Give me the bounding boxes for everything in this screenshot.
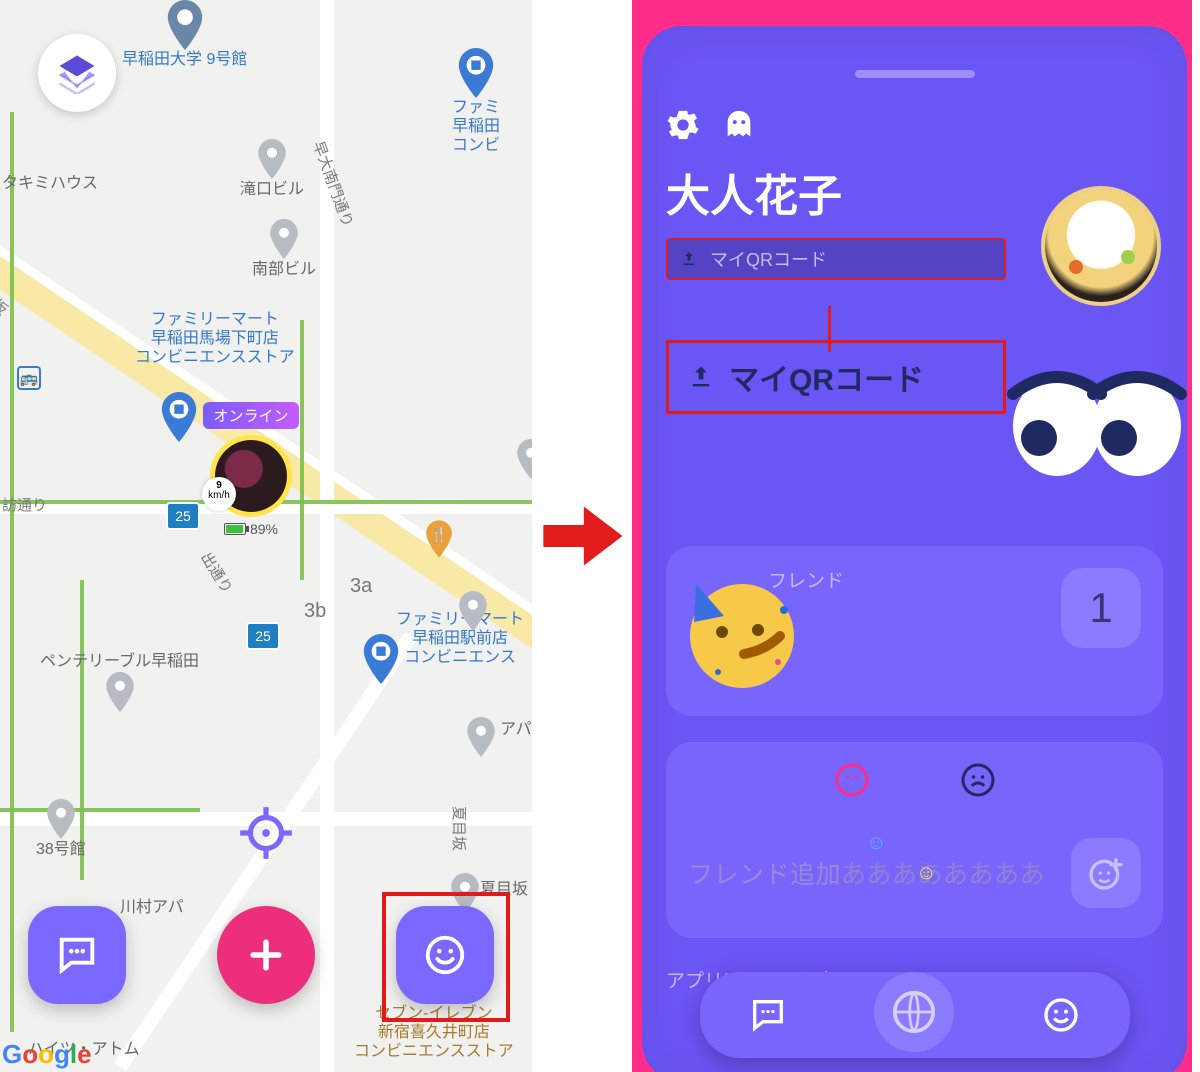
speed-badge: 9 km/h — [202, 477, 236, 511]
street-natsumezaka: 夏目坂 — [449, 806, 470, 851]
path — [10, 112, 14, 1032]
add-friend-card[interactable]: フレンド追加ああああああああ ☺ ☺ — [666, 742, 1163, 938]
crosshair-icon — [235, 802, 297, 864]
street-dedori: 出通り — [196, 548, 238, 597]
pin-icon — [269, 218, 299, 260]
transition-arrow — [532, 0, 632, 1072]
poi-takimi[interactable]: タキミハウス — [2, 174, 98, 193]
poi-label: ファミ 早稲田 コンビ — [452, 98, 500, 156]
friends-card[interactable]: フレンド 1 — [666, 546, 1163, 716]
dock-chat-button[interactable] — [738, 985, 798, 1045]
my-qr-button-small[interactable]: マイQRコード — [666, 238, 1006, 280]
recenter-button[interactable] — [235, 802, 297, 864]
building-pin-icon — [166, 0, 204, 50]
qr-label-large: マイQRコード — [729, 355, 924, 399]
bus-stop-icon: 🚌 — [17, 366, 41, 390]
street-suwa-dori: 訪通り — [2, 494, 47, 515]
poi-fm-babashita[interactable]: ファミリーマート 早稲田馬場下町店 コンビニエンスストア — [135, 310, 295, 368]
smiley-icon — [1041, 995, 1081, 1035]
chat-icon — [54, 932, 100, 978]
ghost-icon[interactable] — [722, 108, 756, 142]
plus-icon — [244, 933, 288, 977]
share-icon — [680, 250, 698, 268]
map-layers-button[interactable] — [38, 34, 116, 112]
party-face-icon — [674, 562, 804, 692]
bottom-nav-dock — [700, 972, 1130, 1058]
gear-icon[interactable] — [666, 108, 700, 142]
user-avatar-pin[interactable]: オンライン 9 km/h 89% — [196, 402, 306, 537]
pin-icon[interactable] — [458, 590, 488, 632]
layers-icon — [56, 52, 98, 94]
sad-clock-icon — [834, 762, 870, 798]
poi-penteriburu[interactable]: ペンテリーブル早稲田 — [40, 652, 199, 713]
globe-face-icon — [891, 989, 937, 1035]
poi-takiguchi[interactable]: 滝口ビル — [240, 138, 304, 199]
add-friend-button[interactable] — [1071, 838, 1141, 908]
chat-icon — [748, 995, 788, 1035]
google-logo: Google — [2, 1039, 92, 1070]
store-pin-icon[interactable] — [160, 392, 198, 442]
left-map-screen: 訪通り 早大南門通り 出通り 坂 夏目坂 25 25 3a 3b 🚌 早稲田大学… — [0, 0, 532, 1072]
add-fab[interactable] — [217, 906, 315, 1004]
poi-waseda-9[interactable]: 早稲田大学 9号館 — [122, 0, 247, 69]
right-profile-screen: 大人花子 マイQRコード マイQRコード フレンド — [632, 0, 1192, 1072]
decor-emoji-icon: ☺ — [916, 862, 936, 885]
svg-text:🍴: 🍴 — [430, 526, 447, 543]
share-icon — [687, 363, 715, 391]
poi-fm-waseda[interactable]: ファミ 早稲田 コンビ — [452, 48, 500, 156]
store-pin-icon — [362, 634, 400, 684]
friends-count[interactable]: 1 — [1061, 568, 1141, 648]
profile-sheet[interactable]: 大人花子 マイQRコード マイQRコード フレンド — [642, 26, 1187, 1072]
path — [0, 808, 200, 812]
smiley-plus-icon — [1086, 853, 1126, 893]
poi-nanbu[interactable]: 南部ビル — [252, 218, 316, 279]
qr-label: マイQRコード — [710, 246, 827, 272]
junction-3b: 3b — [304, 600, 326, 623]
eyes-illustration — [997, 366, 1187, 486]
pin-icon — [466, 716, 496, 758]
dock-globe-button[interactable] — [874, 972, 954, 1052]
pin-icon — [46, 798, 76, 840]
poi-label: 早稲田大学 9号館 — [122, 50, 247, 69]
decor-emoji-icon: ☺ — [866, 832, 886, 855]
chat-fab[interactable] — [28, 906, 126, 1004]
poi-kawamura[interactable]: 川村アパ — [120, 898, 184, 917]
sad-face-icon — [960, 762, 996, 798]
profile-avatar[interactable] — [1041, 186, 1161, 306]
dock-profile-button[interactable] — [1031, 985, 1091, 1045]
pin-icon[interactable] — [516, 438, 532, 480]
pin-icon — [257, 138, 287, 180]
route-badge-25: 25 — [246, 622, 280, 650]
battery-indicator: 89% — [224, 521, 278, 537]
my-qr-button-large[interactable]: マイQRコード — [666, 340, 1006, 414]
restaurant-pin-icon[interactable]: 🍴 — [425, 520, 453, 558]
annotation-connector — [828, 306, 831, 352]
add-friend-text: フレンド追加ああああああああ — [688, 855, 1045, 891]
store-pin-icon — [457, 48, 495, 98]
sheet-grabber[interactable] — [855, 70, 975, 78]
junction-3a: 3a — [350, 575, 372, 598]
poi-38gokan[interactable]: 38号館 — [36, 798, 86, 859]
online-badge: オンライン — [203, 402, 298, 429]
route-badge-25: 25 — [166, 502, 200, 530]
arrow-right-icon — [536, 490, 628, 582]
highlight-profile-fab — [382, 892, 510, 1022]
pin-icon — [105, 671, 135, 713]
poi-apa[interactable]: アパ — [500, 720, 532, 739]
